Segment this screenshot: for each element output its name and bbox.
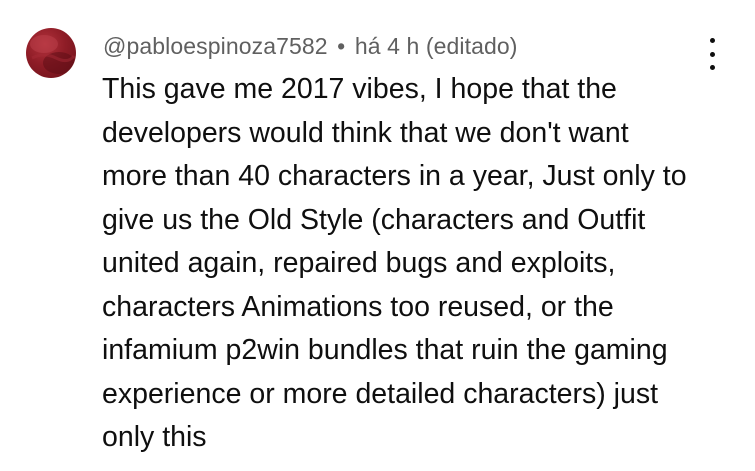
menu-dot <box>709 38 715 43</box>
more-vertical-icon[interactable] <box>700 38 724 70</box>
menu-dot <box>709 51 715 57</box>
comment-text: This gave me 2017 vibes, I hope that the… <box>102 73 687 453</box>
comment-meta: @pabloespinoza7582 • há 4 h (editado) <box>103 33 518 60</box>
avatar-icon[interactable] <box>26 28 76 78</box>
author-handle[interactable]: @pabloespinoza7582 <box>103 33 328 59</box>
edited-label: (editado) <box>425 33 518 59</box>
timestamp[interactable]: há 4 h <box>355 33 420 59</box>
avatar-image <box>30 35 76 74</box>
meta-separator: • <box>337 33 346 59</box>
comment: @pabloespinoza7582 • há 4 h (editado) Th… <box>0 0 755 471</box>
